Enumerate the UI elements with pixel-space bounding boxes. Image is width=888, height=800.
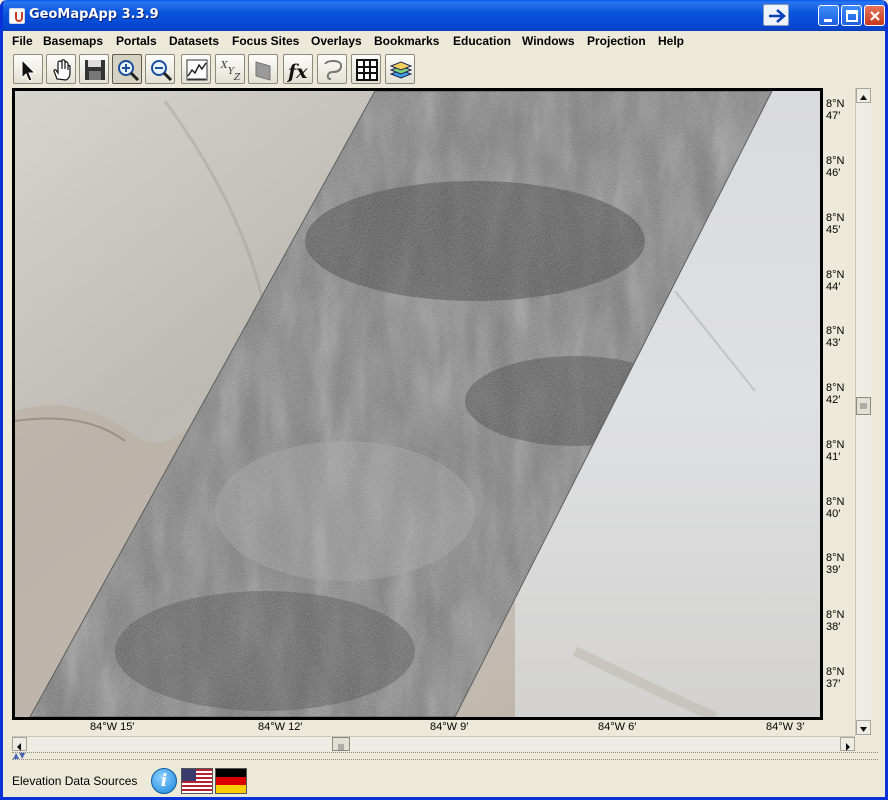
maximize-button[interactable] <box>841 5 862 26</box>
java-app-icon <box>9 8 25 24</box>
scroll-left-button[interactable] <box>12 737 27 751</box>
grip-icon <box>860 403 867 409</box>
menu-windows[interactable]: Windows <box>519 33 578 49</box>
arrow-up-icon <box>860 95 867 100</box>
maximize-icon <box>846 10 858 22</box>
collapse-arrows-icon[interactable]: ▲▼ <box>13 752 25 760</box>
lat-label-37: 8°N 37′ <box>826 666 845 690</box>
zoom-in-button[interactable] <box>112 54 142 84</box>
window-title: GeoMapApp 3.3.9 <box>29 7 159 22</box>
lon-label-15: 84°W 15′ <box>90 721 135 733</box>
pan-tool-button[interactable] <box>46 54 76 84</box>
lat-label-41: 8°N 41′ <box>826 439 845 463</box>
title-bar[interactable]: GeoMapApp 3.3.9 <box>3 0 885 31</box>
layers-icon <box>389 61 413 79</box>
save-button[interactable] <box>79 54 109 84</box>
hand-icon <box>53 59 71 81</box>
lon-label-12: 84°W 12′ <box>258 721 303 733</box>
lat-label-39: 8°N 39′ <box>826 552 845 576</box>
menu-file[interactable]: File <box>9 33 36 49</box>
menu-bar: File Basemaps Portals Datasets Focus Sit… <box>3 31 885 52</box>
lat-label-47: 8°N 47′ <box>826 98 845 122</box>
us-flag-icon[interactable] <box>181 768 213 794</box>
german-flag-icon[interactable] <box>215 768 247 794</box>
zoom-out-icon <box>151 60 173 82</box>
close-icon <box>870 11 880 21</box>
arrow-right-icon <box>769 9 786 23</box>
horizontal-scrollbar[interactable] <box>12 736 855 751</box>
xyz-tool-button[interactable]: XYZ <box>215 54 245 84</box>
lat-label-40: 8°N 40′ <box>826 496 845 520</box>
flag-tool-button[interactable] <box>248 54 278 84</box>
latitude-axis: 8°N 47′ 8°N 46′ 8°N 45′ 8°N 44′ 8°N 43′ 8°N 42… <box>823 88 855 720</box>
horizontal-scroll-thumb[interactable] <box>332 737 350 751</box>
flag-icon <box>255 61 271 81</box>
info-button[interactable]: i <box>151 768 177 794</box>
menu-portals[interactable]: Portals <box>113 33 160 49</box>
svg-text:X: X <box>220 61 228 71</box>
app-window: GeoMapApp 3.3.9 File Basemaps Portals Da… <box>0 0 888 800</box>
menu-focus-sites[interactable]: Focus Sites <box>229 33 302 49</box>
scroll-right-button[interactable] <box>840 737 855 751</box>
arrow-down-icon <box>860 727 867 732</box>
svg-text:Z: Z <box>233 73 241 82</box>
info-icon: i <box>160 771 168 791</box>
lat-label-43: 8°N 43′ <box>826 325 845 349</box>
close-button[interactable] <box>864 5 885 26</box>
lon-label-6: 84°W 6′ <box>598 721 637 733</box>
status-bar: Elevation Data Sources i <box>3 762 885 797</box>
minimize-icon <box>824 19 832 22</box>
lon-label-9: 84°W 9′ <box>430 721 469 733</box>
lat-label-38: 8°N 38′ <box>826 609 845 633</box>
lasso-tool-button[interactable] <box>317 54 347 84</box>
lat-label-45: 8°N 45′ <box>826 212 845 236</box>
vertical-scrollbar[interactable] <box>855 88 871 736</box>
elevation-sources-label: Elevation Data Sources <box>12 774 138 788</box>
menu-help[interactable]: Help <box>655 33 687 49</box>
arrow-right-button[interactable] <box>763 4 789 26</box>
floppy-disk-icon <box>85 60 105 80</box>
split-pane-divider[interactable] <box>12 752 878 760</box>
menu-education[interactable]: Education <box>450 33 514 49</box>
svg-text:fx: fx <box>287 61 308 82</box>
scroll-down-button[interactable] <box>856 720 871 735</box>
select-tool-button[interactable] <box>13 54 43 84</box>
grid-icon <box>356 59 378 81</box>
bathymetry-map-image <box>15 91 820 717</box>
scroll-up-button[interactable] <box>856 88 871 103</box>
lon-label-3: 84°W 3′ <box>766 721 805 733</box>
minimize-button[interactable] <box>818 5 839 26</box>
vertical-scroll-thumb[interactable] <box>856 397 871 415</box>
menu-bookmarks[interactable]: Bookmarks <box>371 33 442 49</box>
longitude-axis: 84°W 15′ 84°W 12′ 84°W 9′ 84°W 6′ 84°W 3… <box>12 720 855 736</box>
tool-bar: XYZ fx <box>3 52 885 87</box>
arrow-pointer-icon <box>21 58 37 82</box>
lat-label-44: 8°N 44′ <box>826 269 845 293</box>
lat-label-42: 8°N 42′ <box>826 382 845 406</box>
xyz-icon: XYZ <box>220 61 241 82</box>
menu-basemaps[interactable]: Basemaps <box>40 33 106 49</box>
map-canvas[interactable] <box>12 88 823 720</box>
lasso-icon <box>324 59 343 80</box>
zoom-out-button[interactable] <box>145 54 175 84</box>
profile-tool-button[interactable] <box>181 54 211 84</box>
menu-overlays[interactable]: Overlays <box>308 33 365 49</box>
menu-datasets[interactable]: Datasets <box>166 33 222 49</box>
fx-icon: fx <box>287 61 308 82</box>
menu-projection[interactable]: Projection <box>584 33 649 49</box>
layers-tool-button[interactable] <box>385 54 415 84</box>
function-tool-button[interactable]: fx <box>283 54 313 84</box>
lat-label-46: 8°N 46′ <box>826 155 845 179</box>
zoom-in-icon <box>118 60 140 82</box>
profile-chart-icon <box>186 59 208 81</box>
grid-tool-button[interactable] <box>351 54 381 84</box>
